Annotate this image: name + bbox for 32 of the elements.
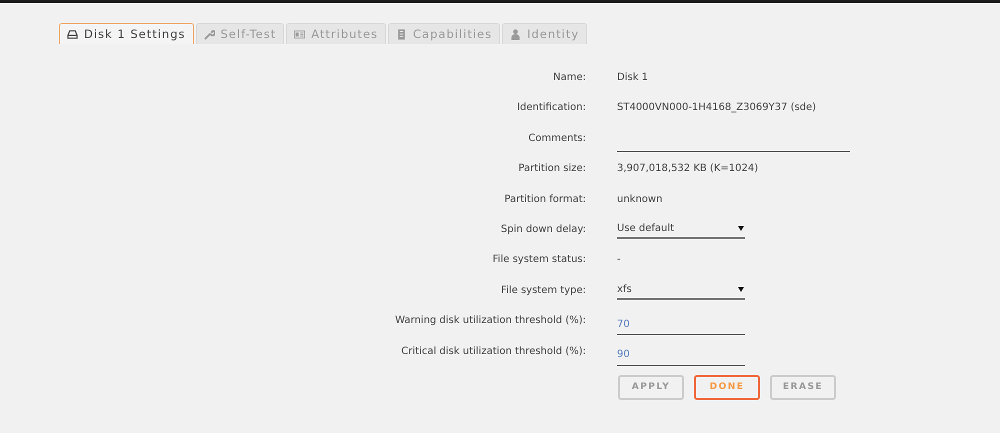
button[interactable]: DONE	[694, 374, 760, 400]
field-label: Partition format:	[503, 192, 586, 205]
field-label: Identification:	[516, 101, 586, 114]
id-card-icon	[294, 28, 306, 40]
field-label: Spin down delay:	[500, 222, 586, 235]
tab[interactable]: Disk 1 Settings	[59, 23, 194, 44]
field-label: Name:	[552, 71, 586, 83]
building-icon	[396, 28, 408, 40]
field-value: ST4000VN000-1H4168_Z3069Y37 (sde)	[617, 101, 816, 114]
input-field[interactable]: 70	[617, 312, 745, 336]
field-label: Partition size:	[517, 162, 586, 174]
field-label: Critical disk utilization threshold (%):	[400, 344, 586, 357]
tab[interactable]: Self-Test	[196, 23, 284, 44]
hard-drive-icon	[67, 28, 78, 40]
tab[interactable]: Identity	[502, 23, 588, 44]
user-icon	[510, 28, 522, 40]
caret-icon	[738, 287, 744, 292]
field-label: File system type:	[500, 284, 586, 296]
field-value: -	[617, 253, 621, 266]
caret-icon	[738, 226, 744, 232]
wrench-icon	[204, 28, 214, 40]
field-value: unknown	[617, 192, 662, 205]
field-value: 3,907,018,532 KB (K=1024)	[617, 162, 758, 174]
dropdown[interactable]: xfs	[617, 282, 745, 300]
field-label: File system status:	[492, 253, 586, 266]
field-label: Comments:	[527, 132, 586, 144]
dropdown[interactable]: Use default	[617, 220, 745, 239]
field-label: Warning disk utilization threshold (%):	[394, 314, 586, 326]
input-field[interactable]: 90	[617, 342, 745, 366]
tab[interactable]: Capabilities	[388, 23, 500, 44]
tab[interactable]: Attributes	[286, 23, 386, 44]
field-value: Disk 1	[617, 71, 648, 83]
